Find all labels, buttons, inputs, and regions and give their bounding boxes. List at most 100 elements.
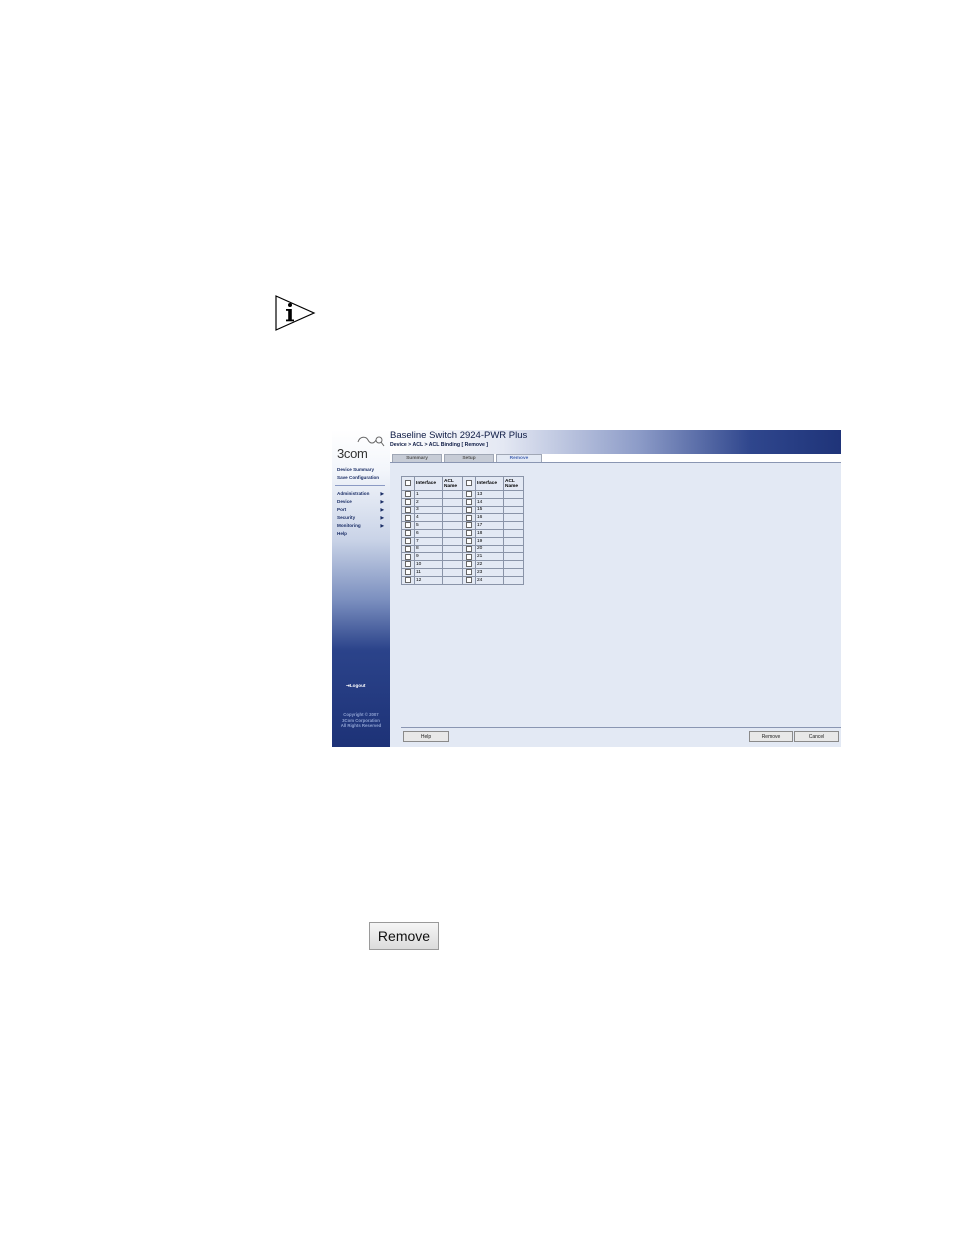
interface-cell: 12 (414, 575, 443, 585)
acl-name-cell (503, 513, 524, 523)
interface-cell: 20 (475, 544, 504, 554)
row-checkbox[interactable] (405, 491, 411, 498)
acl-name-cell (442, 552, 463, 562)
row-checkbox[interactable] (405, 530, 411, 537)
interface-cell: 16 (475, 513, 504, 523)
table-row: 1 13 (401, 490, 524, 499)
acl-name-cell (503, 544, 524, 554)
arrow-right-icon: ▶ (380, 507, 384, 512)
interface-cell: 14 (475, 497, 504, 507)
row-checkbox[interactable] (466, 491, 472, 498)
logo-swirl-icon (357, 436, 385, 447)
interface-cell: 23 (475, 567, 504, 577)
row-checkbox[interactable] (405, 506, 411, 513)
interface-cell: 7 (414, 536, 443, 546)
row-checkbox[interactable] (405, 514, 411, 521)
row-checkbox[interactable] (405, 499, 411, 506)
sidebar-item-device[interactable]: Device ▶ (337, 498, 387, 506)
acl-name-cell (503, 490, 524, 499)
acl-name-cell (442, 521, 463, 530)
breadcrumb: Device > ACL > ACL Binding [ Remove ] (390, 442, 489, 448)
sidebar-item-security[interactable]: Security ▶ (337, 514, 387, 522)
logo-text: 3com (337, 446, 368, 461)
sidebar-top-links: Device Summary Save Configuration (337, 466, 379, 482)
interface-cell: 19 (475, 536, 504, 546)
row-checkbox[interactable] (466, 577, 472, 584)
row-checkbox[interactable] (405, 545, 411, 552)
select-all-left-checkbox[interactable] (405, 480, 411, 487)
sidebar-item-port[interactable]: Port ▶ (337, 506, 387, 514)
acl-name-header: ACL Name (442, 476, 463, 491)
device-summary-link[interactable]: Device Summary (337, 466, 379, 474)
row-checkbox[interactable] (405, 569, 411, 576)
interface-cell: 4 (414, 513, 443, 523)
tab-remove[interactable]: Remove (496, 454, 542, 462)
save-configuration-link[interactable]: Save Configuration (337, 474, 379, 482)
acl-name-cell (442, 490, 463, 499)
row-checkbox[interactable] (466, 553, 472, 560)
acl-name-cell (503, 575, 524, 585)
interface-cell: 1 (414, 490, 443, 499)
tab-summary[interactable]: Summary (392, 454, 442, 462)
interface-cell: 21 (475, 552, 504, 562)
row-checkbox[interactable] (466, 545, 472, 552)
interface-cell: 6 (414, 528, 443, 538)
row-checkbox[interactable] (405, 577, 411, 584)
interface-cell: 5 (414, 521, 443, 530)
3com-logo: 3com (336, 434, 386, 462)
sidebar-item-help[interactable]: Help (337, 530, 387, 538)
interface-cell: 10 (414, 560, 443, 569)
acl-name-cell (442, 513, 463, 523)
acl-name-cell (503, 528, 524, 538)
sidebar-item-monitoring[interactable]: Monitoring ▶ (337, 522, 387, 530)
sidebar-menu: Administration ▶ Device ▶ Port ▶ Security ▶ … (337, 490, 387, 538)
row-checkbox[interactable] (466, 530, 472, 537)
interface-cell: 24 (475, 575, 504, 585)
select-all-right-checkbox[interactable] (466, 480, 472, 487)
interface-cell: 17 (475, 521, 504, 530)
row-checkbox[interactable] (466, 506, 472, 513)
sidebar: 3com Device Summary Save Configuration A… (332, 430, 390, 747)
acl-name-cell (503, 552, 524, 562)
acl-binding-table: Interface ACL Name Interface ACL Name 11… (401, 476, 524, 585)
tab-setup[interactable]: Setup (444, 454, 494, 462)
row-checkbox[interactable] (466, 538, 472, 545)
row-checkbox[interactable] (405, 561, 411, 568)
table-row: 8 20 (401, 544, 524, 554)
copyright-notice: Copyright © 2007 3Com Corporation All Ri… (340, 712, 382, 728)
tab-bar: Summary Setup Remove (390, 454, 841, 462)
interface-cell: 11 (414, 567, 443, 577)
row-checkbox[interactable] (466, 569, 472, 576)
acl-name-cell (503, 536, 524, 546)
row-checkbox[interactable] (466, 522, 472, 529)
remove-button[interactable]: Remove (749, 731, 793, 742)
interface-cell: 22 (475, 560, 504, 569)
footer-divider (401, 727, 841, 728)
table-row: 11 23 (401, 567, 524, 577)
acl-name-cell (503, 560, 524, 569)
row-checkbox[interactable] (405, 553, 411, 560)
table-row: 6 18 (401, 528, 524, 538)
info-note-icon (275, 295, 316, 331)
acl-name-cell (503, 497, 524, 507)
help-button[interactable]: Help (403, 731, 449, 742)
row-checkbox[interactable] (405, 538, 411, 545)
acl-name-cell (442, 560, 463, 569)
row-checkbox[interactable] (466, 499, 472, 506)
remove-button-illustration[interactable]: Remove (369, 922, 439, 950)
table-row: 12 24 (401, 575, 524, 585)
row-checkbox[interactable] (405, 522, 411, 529)
row-checkbox[interactable] (466, 514, 472, 521)
cancel-button[interactable]: Cancel (794, 731, 839, 742)
sidebar-item-administration[interactable]: Administration ▶ (337, 490, 387, 498)
row-checkbox[interactable] (466, 561, 472, 568)
table-row: 3 15 (401, 505, 524, 515)
interface-cell: 18 (475, 528, 504, 538)
interface-header: Interface (475, 476, 504, 491)
acl-name-cell (503, 505, 524, 515)
table-row: 9 21 (401, 552, 524, 562)
logout-link[interactable]: ⇥Logout (346, 683, 365, 689)
sidebar-divider (335, 485, 385, 486)
acl-name-cell (442, 575, 463, 585)
table-row: 7 19 (401, 536, 524, 546)
